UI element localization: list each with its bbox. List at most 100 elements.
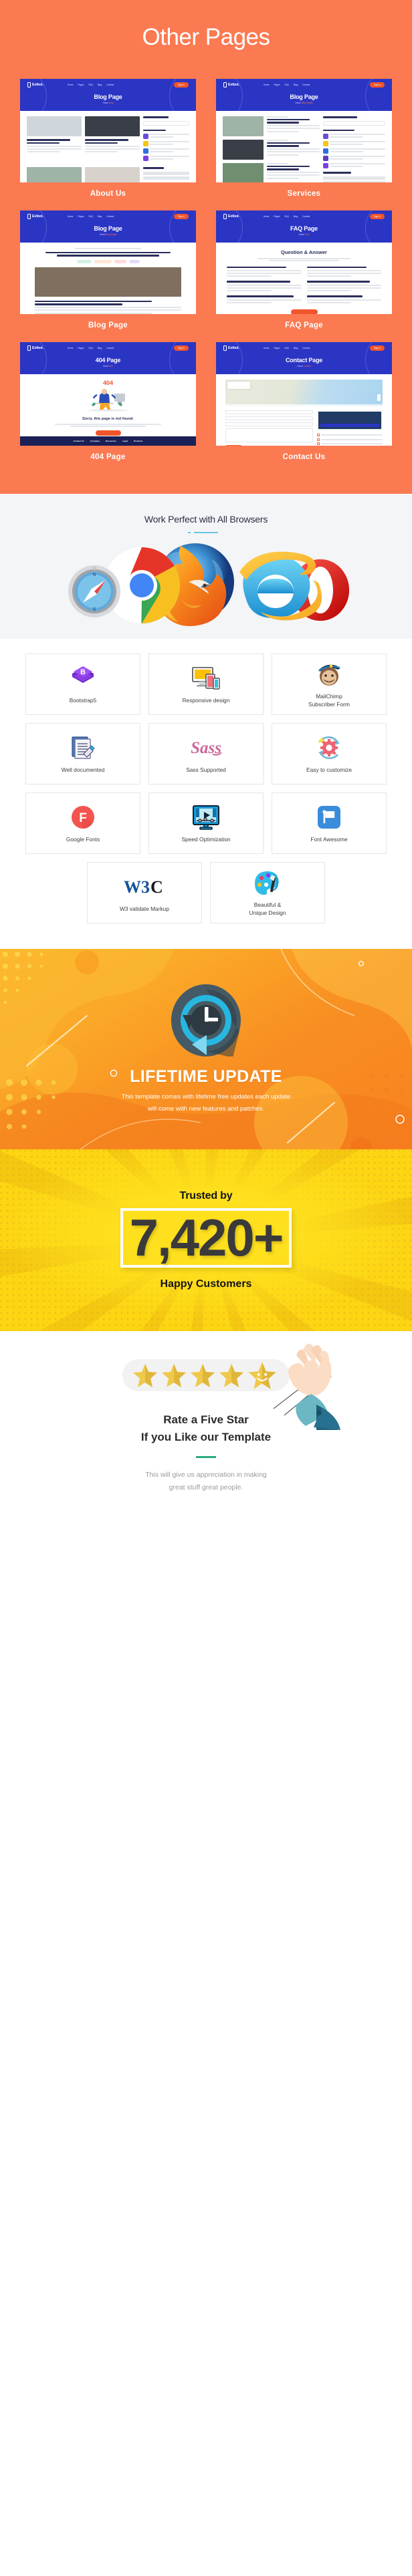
nav-item[interactable]: Blog [294,347,298,349]
nav-item[interactable]: Contact [106,347,114,349]
mini-nav-menu[interactable]: Home Pages FAQ Blog Contact [68,215,114,218]
page-thumbnail[interactable]: Extbot. Home Pages FAQ Blog Contact Sign… [20,342,196,446]
map-preview[interactable] [225,380,383,406]
feature-card-well-documented[interactable]: Well documented [25,723,140,784]
footer-link[interactable]: Legal [122,440,128,442]
nav-item[interactable]: Pages [274,84,280,86]
logo-mark-icon [223,82,227,88]
breadcrumb-home[interactable]: Home [299,233,305,236]
breadcrumb-home[interactable]: Home [295,102,301,104]
nav-item[interactable]: Contact [106,215,114,218]
sign-in-button[interactable]: Sign In [174,82,189,88]
feature-card-font-awesome[interactable]: Font Awesome [272,793,387,854]
mini-hero-title: FAQ Page [290,225,318,232]
nav-item[interactable]: FAQ [88,84,92,86]
breadcrumb-current: Blog Details [301,102,313,104]
faq-cta-button[interactable] [290,309,318,314]
feature-card-sass-supported[interactable]: Sass Sass Supported [148,723,264,784]
feature-card-w3-validate-markup[interactable]: W3 C W3 validate Markup [87,862,202,923]
page-thumbnail[interactable]: Extbot. Home Pages FAQ Blog Contact Sign… [216,342,392,446]
feature-card-speed-optimization[interactable]: Speed Optimization [148,793,264,854]
brand-name: Extbot. [32,83,43,87]
breadcrumb-home[interactable]: Home [103,102,109,104]
feature-card-beautiful-unique-design[interactable]: Beautiful & Unique Design [210,862,325,923]
nav-item[interactable]: Pages [78,215,84,218]
w3c-icon: W3 C [121,873,168,901]
nav-item[interactable]: FAQ [88,215,92,218]
sign-in-button[interactable]: Sign In [174,345,189,351]
nav-item[interactable]: Pages [274,347,280,349]
feature-card-bootstrap5[interactable]: B Bootstrap5 [25,654,140,715]
star-icon[interactable] [189,1363,216,1388]
page-card-faq-page[interactable]: Extbot. Home Pages FAQ Blog Contact Sign… [216,210,392,339]
feature-card-mailchimp[interactable]: MailChimp Subscriber Form [272,654,387,715]
sign-in-button[interactable]: Sign In [370,214,385,219]
star-rating-widget[interactable] [122,1343,340,1430]
lifetime-update-section: LIFETIME UPDATE This template comes with… [0,949,412,1149]
nav-item[interactable]: Contact [302,215,310,218]
nav-item[interactable]: Blog [98,215,102,218]
nav-item[interactable]: Home [264,84,270,86]
mini-logo: Extbot. [223,82,239,88]
nav-item[interactable]: Home [68,84,74,86]
nav-item[interactable]: Pages [78,84,84,86]
footer-link[interactable]: Resources [106,440,116,442]
page-thumbnail[interactable]: Extbot. Home Pages FAQ Blog Contact Sign… [216,79,392,182]
feature-card-responsive-design[interactable]: Responsive design [148,654,264,715]
logo-mark-icon [223,214,227,219]
breadcrumb-home[interactable]: Home [297,365,303,368]
back-home-button[interactable] [95,430,121,436]
star-icon[interactable] [161,1363,187,1388]
nav-item[interactable]: Blog [98,347,102,349]
nav-item[interactable]: Home [68,347,74,349]
page-card-services[interactable]: Extbot. Home Pages FAQ Blog Contact Sign… [216,79,392,207]
sign-in-button[interactable]: Sign In [370,345,385,351]
mini-hero-title: Blog Page [94,225,122,232]
star-icon[interactable] [132,1363,159,1388]
nav-item[interactable]: FAQ [284,84,288,86]
breadcrumb-home[interactable]: Home [100,233,106,236]
svg-text:F: F [79,811,87,825]
mini-nav-menu[interactable]: Home Pages FAQ Blog Contact [264,215,310,218]
sign-in-button[interactable]: Sign In [174,214,189,219]
nav-item[interactable]: FAQ [88,347,92,349]
nav-item[interactable]: Contact [302,347,310,349]
nav-item[interactable]: Pages [274,215,280,218]
page-thumbnail[interactable]: Extbot. Home Pages FAQ Blog Contact Sign… [216,210,392,314]
breadcrumb-home[interactable]: Home [103,365,109,368]
nav-item[interactable]: Contact [106,84,114,86]
nav-item[interactable]: Home [264,347,270,349]
happy-customers-caption: Happy Customers [160,1278,252,1290]
mini-nav-menu[interactable]: Home Pages FAQ Blog Contact [68,347,114,349]
nav-item[interactable]: FAQ [284,347,288,349]
feature-card-easy-to-customize[interactable]: Easy to customize [272,723,387,784]
features-row: B Bootstrap5 Responsive design MailChimp… [19,654,393,715]
svg-text:W3: W3 [124,877,150,897]
star-icon[interactable] [218,1363,245,1388]
page-card-blog-page[interactable]: Extbot. Home Pages FAQ Blog Contact Sign… [20,210,196,339]
nav-item[interactable]: Blog [294,215,298,218]
mini-nav-menu[interactable]: Home Pages FAQ Blog Contact [264,347,310,349]
nav-item[interactable]: Contact [302,84,310,86]
nav-item[interactable]: Blog [294,84,298,86]
page-thumbnail[interactable]: Extbot. Home Pages FAQ Blog Contact Sign… [20,210,196,314]
page-card-404-page[interactable]: Extbot. Home Pages FAQ Blog Contact Sign… [20,342,196,470]
page-card-contact-us[interactable]: Extbot. Home Pages FAQ Blog Contact Sign… [216,342,392,470]
nav-item[interactable]: FAQ [284,215,288,218]
nav-item[interactable]: Home [264,215,270,218]
footer-link[interactable]: Contact Us [74,440,84,442]
mini-nav-menu[interactable]: Home Pages FAQ Blog Contact [68,84,114,86]
logo-mark-icon [27,214,31,219]
page-thumbnail[interactable]: Extbot. Home Pages FAQ Blog Contact Sign… [20,79,196,182]
nav-item[interactable]: Pages [78,347,84,349]
nav-item[interactable]: Home [68,215,74,218]
mini-nav-menu[interactable]: Home Pages FAQ Blog Contact [264,84,310,86]
nav-item[interactable]: Blog [98,84,102,86]
footer-link[interactable]: Company [90,440,100,442]
paint-palette-icon [253,869,282,897]
submit-button[interactable] [225,445,242,446]
footer-link[interactable]: Products [134,440,142,442]
page-card-about-us[interactable]: Extbot. Home Pages FAQ Blog Contact Sign… [20,79,196,207]
feature-card-google-fonts[interactable]: F Google Fonts [25,793,140,854]
sign-in-button[interactable]: Sign In [370,82,385,88]
